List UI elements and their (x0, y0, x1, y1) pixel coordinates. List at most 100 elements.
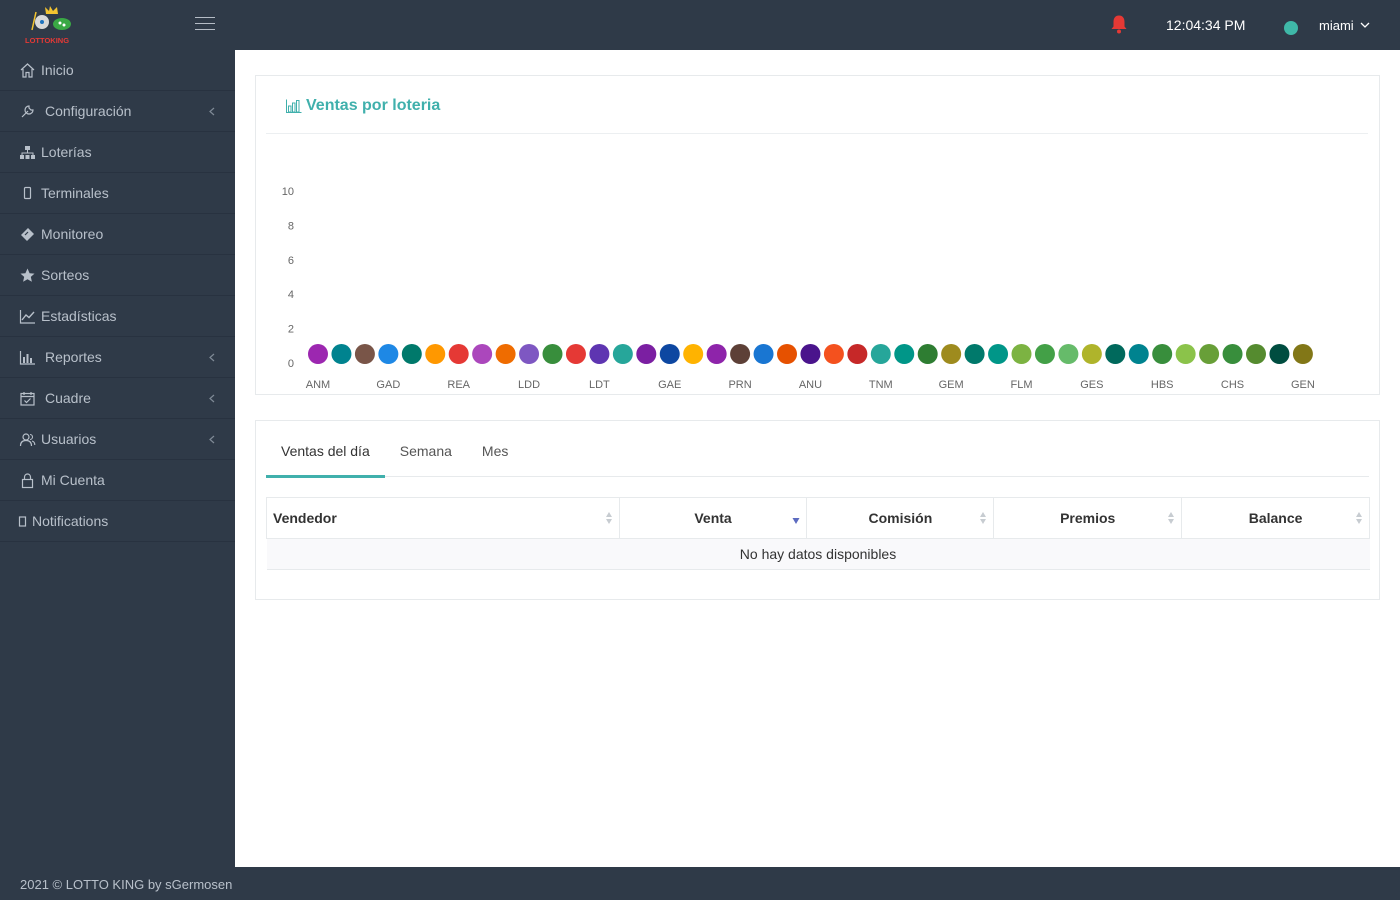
tab-semana[interactable]: Semana (385, 421, 467, 477)
sidebar-item-cuadre[interactable]: Cuadre (0, 378, 235, 419)
sidebar-item-reportes[interactable]: Reportes (0, 337, 235, 378)
sidebar-item-mi-cuenta[interactable]: Mi Cuenta (0, 460, 235, 501)
data-point[interactable] (519, 344, 540, 364)
data-point[interactable] (425, 344, 446, 364)
square-icon (18, 512, 28, 530)
column-header-vendedor[interactable]: Vendedor (266, 497, 620, 539)
data-point[interactable] (565, 344, 586, 364)
y-tick-label: 2 (288, 324, 294, 336)
data-point[interactable] (331, 344, 352, 364)
bar-chart-icon (286, 99, 302, 113)
x-tick-label: GES (1080, 379, 1103, 391)
data-point[interactable] (894, 344, 915, 364)
ticket-icon (18, 225, 36, 243)
data-point[interactable] (495, 344, 516, 364)
data-point[interactable] (448, 344, 469, 364)
chart-title: Ventas por loteria (286, 97, 440, 115)
data-point[interactable] (706, 344, 727, 364)
data-point[interactable] (1199, 344, 1220, 364)
sidebar-item-notifications[interactable]: Notifications (0, 501, 235, 542)
x-tick-label: HBS (1151, 379, 1174, 391)
column-header-balance[interactable]: Balance (1181, 497, 1370, 539)
data-point[interactable] (730, 344, 751, 364)
data-point[interactable] (659, 344, 680, 364)
clock: 12:04:34 PM (1166, 17, 1246, 33)
data-point[interactable] (870, 344, 891, 364)
user-menu[interactable]: miami (1319, 18, 1370, 33)
data-point[interactable] (964, 344, 985, 364)
x-tick-label: LDT (589, 379, 610, 391)
data-point[interactable] (1292, 344, 1313, 364)
data-point[interactable] (378, 344, 399, 364)
data-point[interactable] (823, 344, 844, 364)
bell-icon[interactable] (1110, 14, 1128, 34)
data-point[interactable] (777, 344, 797, 364)
data-point[interactable] (1011, 344, 1032, 364)
sort-icon (1168, 512, 1175, 524)
data-point[interactable] (800, 344, 821, 364)
data-point[interactable] (753, 344, 774, 364)
data-point[interactable] (1128, 344, 1149, 364)
sales-table-panel: Ventas del día Semana Mes Vendedor Venta (255, 420, 1380, 600)
sidebar-item-loterias[interactable]: Loterías (0, 132, 235, 173)
data-point[interactable] (1105, 344, 1126, 364)
chevron-left-icon (209, 107, 215, 116)
tab-ventas-del-dia[interactable]: Ventas del día (266, 421, 385, 478)
data-point[interactable] (1081, 344, 1102, 364)
data-point[interactable] (683, 344, 704, 364)
empty-table-message: No hay datos disponibles (266, 538, 1370, 570)
sidebar-item-inicio[interactable]: Inicio (0, 50, 235, 91)
sidebar-item-label: Loterías (41, 144, 92, 160)
data-point[interactable] (1175, 344, 1196, 364)
data-point[interactable] (988, 344, 1009, 364)
data-point[interactable] (636, 344, 657, 364)
sidebar-item-sorteos[interactable]: Sorteos (0, 255, 235, 296)
column-header-comision[interactable]: Comisión (806, 497, 995, 539)
data-point[interactable] (308, 344, 328, 364)
data-point[interactable] (472, 344, 493, 364)
menu-toggle-icon[interactable] (195, 17, 215, 33)
column-header-venta[interactable]: Venta (618, 497, 808, 539)
data-point[interactable] (612, 344, 633, 364)
line-chart-icon (18, 307, 36, 325)
chevron-left-icon (209, 353, 215, 362)
calendar-check-icon (18, 389, 36, 407)
x-tick-label: GEM (939, 379, 964, 391)
data-point[interactable] (401, 344, 422, 364)
sales-scatter-chart: 0 2 4 6 8 10 ANM GAD REA LDD LDT GAE PRN ANU TNM GEM FLM… (282, 186, 1315, 391)
data-point[interactable] (1152, 344, 1173, 364)
data-point[interactable] (354, 344, 375, 364)
user-name: miami (1319, 18, 1354, 33)
table-header-row: Vendedor Venta Comisión Premios Balance (266, 497, 1370, 539)
y-tick-label: 6 (288, 255, 294, 267)
data-point[interactable] (1222, 344, 1243, 364)
lotto-king-logo[interactable]: LOTTOKING (22, 2, 78, 46)
sort-icon (980, 512, 987, 524)
sidebar-item-label: Estadísticas (41, 308, 117, 324)
data-point[interactable] (847, 344, 868, 364)
sidebar: Inicio Configuración Loterías Terminales… (0, 50, 235, 867)
sidebar-item-usuarios[interactable]: Usuarios (0, 419, 235, 460)
column-header-premios[interactable]: Premios (993, 497, 1183, 539)
sidebar-item-estadisticas[interactable]: Estadísticas (0, 296, 235, 337)
data-point[interactable] (589, 344, 610, 364)
sidebar-item-terminales[interactable]: Terminales (0, 173, 235, 214)
sidebar-item-configuracion[interactable]: Configuración (0, 91, 235, 132)
data-point[interactable] (1246, 344, 1266, 364)
data-point[interactable] (1058, 344, 1079, 364)
sort-desc-icon (792, 518, 800, 524)
chart-header: Ventas por loteria (266, 76, 1368, 134)
sidebar-item-label: Mi Cuenta (41, 472, 105, 488)
data-point[interactable] (542, 344, 563, 364)
sitemap-icon (18, 143, 36, 161)
data-point[interactable] (1034, 344, 1055, 364)
data-point[interactable] (941, 344, 962, 364)
x-tick-label: ANM (306, 379, 330, 391)
sidebar-item-label: Reportes (45, 349, 102, 365)
sidebar-item-label: Terminales (41, 185, 109, 201)
data-point[interactable] (917, 344, 938, 364)
tab-mes[interactable]: Mes (467, 421, 523, 477)
sidebar-item-monitoreo[interactable]: Monitoreo (0, 214, 235, 255)
data-point[interactable] (1269, 344, 1290, 364)
chevron-left-icon (209, 435, 215, 444)
